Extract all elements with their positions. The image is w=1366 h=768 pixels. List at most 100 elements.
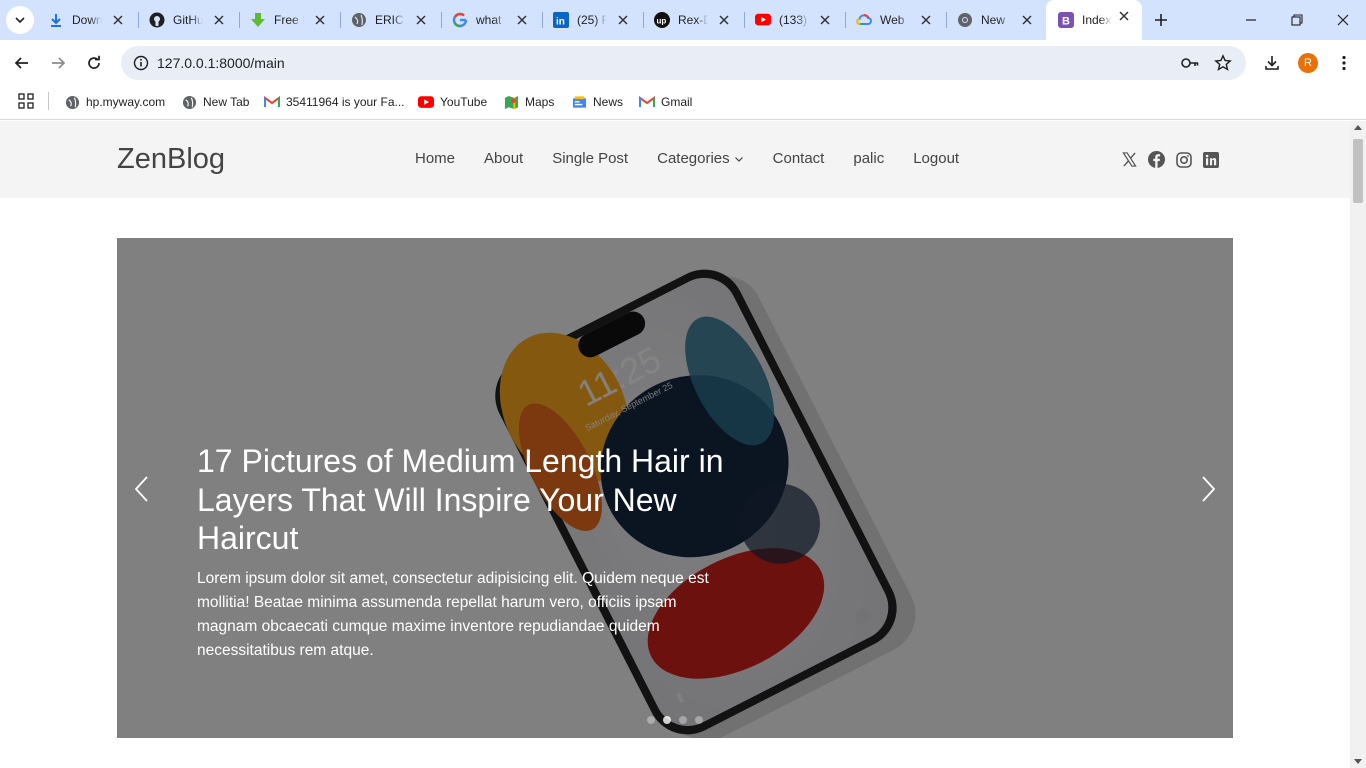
globe-icon — [351, 12, 367, 28]
bookmark-star-icon[interactable] — [1214, 54, 1232, 72]
svg-text:in: in — [556, 17, 565, 28]
bookmark-maps[interactable]: Maps — [503, 92, 554, 112]
page-scrollbar[interactable] — [1350, 121, 1366, 768]
site-info-icon[interactable] — [133, 55, 149, 71]
bookmark-hp-myway[interactable]: hp.myway.com — [64, 92, 165, 112]
tab-linkedin[interactable]: in (25) F — [541, 4, 641, 36]
minimize-icon — [1246, 19, 1256, 21]
tab-web[interactable]: Web — [844, 4, 944, 36]
more-vertical-icon — [1342, 55, 1346, 71]
arrow-left-icon — [14, 57, 28, 69]
close-window-button[interactable] — [1333, 10, 1353, 30]
globe-icon — [64, 94, 80, 110]
carousel-prev-button[interactable] — [131, 474, 151, 504]
nav-user-palic[interactable]: palic — [853, 150, 884, 167]
tab-free-download[interactable]: Free Download — [238, 4, 338, 36]
apps-grid-icon[interactable] — [18, 93, 34, 109]
restore-button[interactable] — [1287, 10, 1307, 30]
chevron-down-icon — [15, 17, 25, 24]
reload-button[interactable] — [80, 49, 108, 77]
chevron-left-icon — [134, 476, 148, 502]
forward-button[interactable] — [44, 49, 72, 77]
tab-downloads[interactable]: Downloads — [36, 4, 136, 36]
download-arrow-icon — [250, 12, 266, 28]
close-tab-icon[interactable] — [1116, 8, 1132, 24]
address-bar[interactable]: 127.0.0.1:8000/main — [121, 46, 1246, 80]
bookmark-news[interactable]: News — [571, 92, 623, 112]
carousel-indicators — [647, 716, 703, 724]
new-tab-button[interactable] — [1150, 9, 1172, 31]
close-tab-icon[interactable] — [615, 12, 631, 28]
carousel-next-button[interactable] — [1199, 474, 1219, 504]
maps-icon — [503, 94, 519, 110]
site-header: ZenBlog Home About Single Post Categorie… — [0, 121, 1350, 198]
hero-excerpt: Lorem ipsum dolor sit amet, consectetur … — [197, 570, 709, 659]
downloads-button[interactable] — [1258, 49, 1286, 77]
reload-icon — [88, 55, 100, 69]
tab-index-active[interactable]: B Index — [1046, 0, 1142, 40]
x-icon[interactable] — [1121, 151, 1138, 168]
facebook-icon[interactable] — [1148, 151, 1165, 168]
hero-carousel: 11:25 Saturday, September 25 17 Pictures… — [117, 238, 1233, 738]
menu-button[interactable] — [1330, 49, 1358, 77]
restore-icon — [1291, 14, 1303, 26]
tab-eric[interactable]: ERIC — [339, 4, 439, 36]
nav-home[interactable]: Home — [415, 150, 455, 167]
scroll-down-arrow[interactable] — [1354, 759, 1362, 764]
news-icon — [571, 94, 587, 110]
close-tab-icon[interactable] — [918, 12, 934, 28]
scroll-up-arrow[interactable] — [1354, 125, 1362, 130]
nav-about[interactable]: About — [484, 150, 523, 167]
back-button[interactable] — [8, 49, 36, 77]
tab-new[interactable]: New — [945, 4, 1045, 36]
arrow-right-icon — [52, 57, 66, 69]
tab-search-button[interactable] — [6, 6, 34, 34]
tab-youtube[interactable]: (133) — [743, 4, 843, 36]
site-logo[interactable]: ZenBlog — [117, 143, 225, 176]
close-tab-icon[interactable] — [211, 12, 227, 28]
close-tab-icon[interactable] — [1019, 12, 1035, 28]
url-text[interactable]: 127.0.0.1:8000/main — [157, 55, 285, 71]
bookmark-youtube[interactable]: YouTube — [418, 92, 487, 112]
svg-text:up: up — [657, 17, 667, 26]
tab-google-search[interactable]: what — [440, 4, 540, 36]
nav-categories[interactable]: Categories — [657, 150, 744, 167]
carousel-dot-2[interactable] — [663, 716, 671, 724]
chevron-down-icon — [734, 156, 743, 162]
svg-text:B: B — [1062, 16, 1070, 28]
gmail-icon — [264, 94, 280, 110]
instagram-icon[interactable] — [1175, 151, 1192, 168]
tab-upwork[interactable]: up Rex-D — [642, 4, 742, 36]
scrollbar-thumb[interactable] — [1353, 139, 1363, 203]
minimize-button[interactable] — [1241, 10, 1261, 30]
profile-avatar[interactable]: R — [1298, 53, 1318, 73]
linkedin-icon[interactable] — [1202, 151, 1219, 168]
carousel-dot-4[interactable] — [695, 716, 703, 724]
carousel-dot-1[interactable] — [647, 716, 655, 724]
nav-contact[interactable]: Contact — [773, 150, 825, 167]
nav-single-post[interactable]: Single Post — [552, 150, 628, 167]
close-tab-icon[interactable] — [514, 12, 530, 28]
tab-github[interactable]: GitHub — [137, 4, 237, 36]
linkedin-icon: in — [553, 12, 569, 28]
password-key-icon[interactable] — [1180, 55, 1200, 71]
close-tab-icon[interactable] — [413, 12, 429, 28]
nav-logout[interactable]: Logout — [913, 150, 959, 167]
bootstrap-icon: B — [1058, 12, 1074, 28]
close-tab-icon[interactable] — [817, 12, 833, 28]
chevron-right-icon — [1202, 476, 1216, 502]
bookmark-new-tab[interactable]: New Tab — [181, 92, 249, 112]
google-cloud-icon — [856, 12, 872, 28]
hero-title[interactable]: 17 Pictures of Medium Length Hair in Lay… — [197, 442, 757, 558]
carousel-dot-3[interactable] — [679, 716, 687, 724]
bookmarks-bar: hp.myway.com New Tab 35411964 is your Fa… — [0, 86, 1366, 120]
social-links — [1121, 151, 1219, 168]
bookmark-gmail-code[interactable]: 35411964 is your Fa... — [264, 92, 405, 112]
upwork-icon: up — [654, 12, 670, 28]
close-tab-icon[interactable] — [716, 12, 732, 28]
bookmark-gmail[interactable]: Gmail — [639, 92, 692, 112]
close-tab-icon[interactable] — [110, 12, 126, 28]
main-nav: Home About Single Post Categories Contac… — [415, 150, 988, 167]
close-tab-icon[interactable] — [312, 12, 328, 28]
download-icon — [48, 12, 64, 28]
